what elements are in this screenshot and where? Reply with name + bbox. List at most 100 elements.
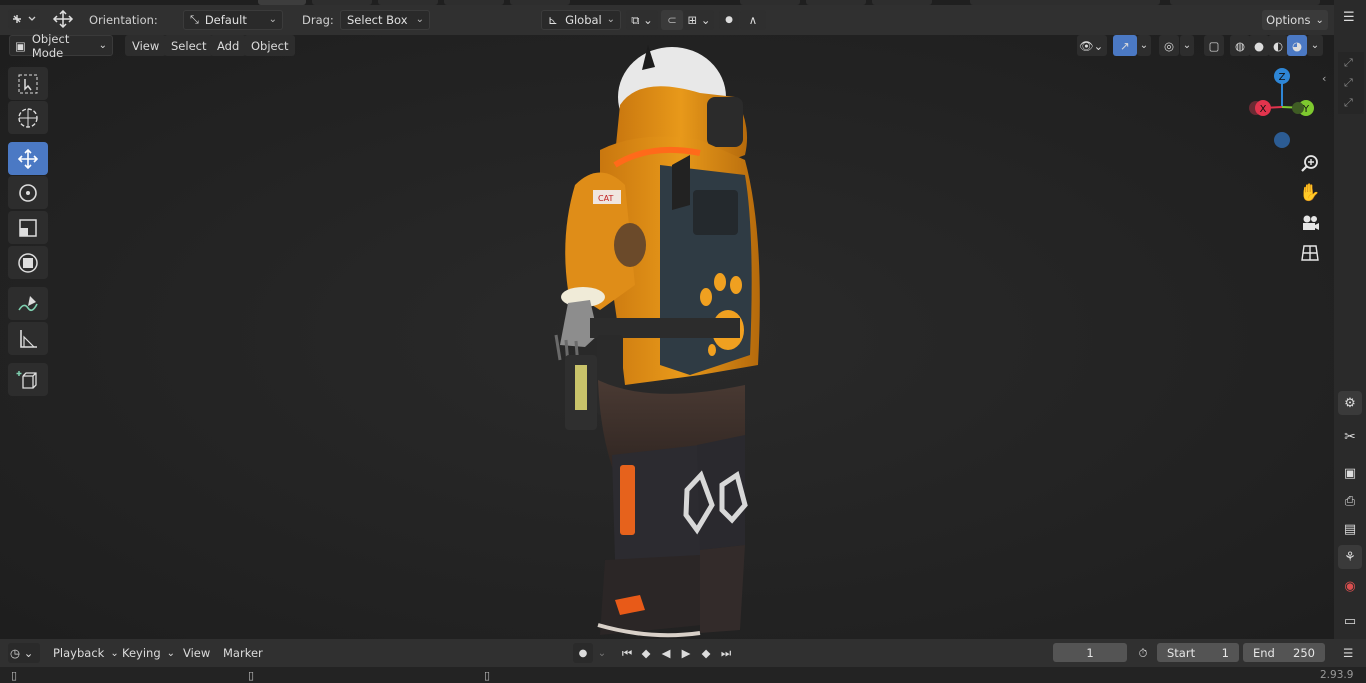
editor-type-icon (13, 15, 36, 23)
overlays-dropdown[interactable]: ⌄ (1180, 35, 1194, 56)
jump-start-button[interactable]: ⏮ (618, 643, 636, 663)
shading-dropdown[interactable]: ⌄ (1307, 35, 1323, 56)
collection-icon[interactable]: ▭ (1338, 609, 1362, 633)
chevron-down-icon: ⌄ (415, 14, 424, 25)
zoom-icon[interactable] (1297, 150, 1323, 176)
keying-set-dropdown[interactable]: ⌄ (594, 643, 610, 663)
pin-icon[interactable]: ⤢ (1344, 76, 1353, 90)
rotate-tool[interactable] (8, 176, 48, 209)
play-button[interactable]: ▶ (677, 643, 695, 663)
options-dropdown[interactable]: Options ⌄ (1262, 10, 1328, 30)
move-tool-icon[interactable] (49, 9, 77, 29)
snap-target-button[interactable]: ⊞ ⌄ (684, 10, 714, 30)
transform-orientation-dropdown[interactable]: ⊾ Global ⌄ (541, 10, 621, 30)
pin-icon[interactable]: ⤢ (1344, 96, 1353, 110)
scale-tool[interactable] (8, 211, 48, 244)
outliner-icon[interactable]: ☰ (1343, 10, 1363, 28)
workspace-tab[interactable] (872, 0, 932, 5)
shading-wireframe[interactable]: ◍ (1230, 35, 1250, 56)
tool-icon[interactable]: ✂ (1338, 425, 1362, 449)
workspace-tab-active[interactable] (258, 0, 306, 5)
timeline-collapse-icon[interactable]: ☰ (1343, 646, 1353, 660)
chevron-down-icon: ⌄ (1315, 14, 1324, 26)
snap-toggle-button[interactable]: ⊂ (661, 10, 683, 30)
move-tool[interactable] (8, 142, 48, 175)
marker-menu[interactable]: Marker (217, 643, 269, 663)
end-frame-field[interactable]: End 250 (1243, 643, 1325, 662)
record-button[interactable]: ● (573, 643, 593, 663)
scene-icon[interactable]: ⚘ (1338, 545, 1362, 569)
scene-selector[interactable] (970, 0, 1160, 5)
hand-pan-icon[interactable]: ✋ (1297, 180, 1323, 206)
end-label: End (1253, 645, 1275, 660)
keying-menu[interactable]: Keying ⌄ (116, 643, 181, 663)
menu-object[interactable]: Object (244, 35, 296, 56)
grid-icon[interactable] (1297, 240, 1323, 266)
menu-view[interactable]: View (125, 35, 167, 56)
measure-tool[interactable] (8, 322, 48, 355)
gizmo-neg-z-axis[interactable] (1274, 132, 1290, 148)
workspace-tab[interactable] (806, 0, 866, 5)
overlays-toggle[interactable]: ◎ (1159, 35, 1179, 56)
jump-end-button[interactable]: ⏭ (717, 643, 735, 663)
proportional-editing-button[interactable]: ● (719, 10, 739, 30)
timeline-view-menu[interactable]: View (177, 643, 216, 663)
prev-keyframe-button[interactable]: ◆ (637, 643, 655, 663)
output-icon[interactable]: ⎙ (1338, 489, 1362, 513)
world-icon[interactable]: ◉ (1338, 574, 1362, 598)
gizmo-toggle[interactable]: ↗ (1113, 35, 1137, 56)
xray-toggle[interactable]: ▢ (1204, 35, 1224, 56)
view-layer-icon[interactable]: ▤ (1338, 517, 1362, 541)
proportional-falloff-button[interactable]: ∧ (740, 10, 766, 30)
mode-dropdown[interactable]: ▣ Object Mode ⌄ (9, 32, 113, 60)
play-icon: ▶ (681, 646, 691, 660)
start-label: Start (1167, 645, 1196, 660)
workspace-tabs-strip (0, 0, 1366, 5)
select-box-tool[interactable] (8, 67, 48, 100)
editor-toggle-icon[interactable]: ⚙ (1338, 391, 1362, 415)
shading-rendered[interactable]: ◕ (1287, 35, 1307, 56)
view-layer-selector[interactable] (1170, 0, 1320, 5)
start-frame-field[interactable]: Start 1 (1157, 643, 1239, 662)
shading-material[interactable]: ◐ (1268, 35, 1288, 56)
gizmo-dropdown[interactable]: ⌄ (1137, 35, 1151, 56)
current-frame-field[interactable]: 1 (1053, 643, 1127, 662)
timeline-editor-type[interactable]: ◷ ⌄ (8, 643, 40, 663)
shading-solid[interactable]: ● (1249, 35, 1269, 56)
annotate-tool[interactable] (8, 287, 48, 320)
editor-type-button[interactable] (8, 9, 40, 29)
workspace-tab[interactable] (378, 0, 438, 5)
workspace-tab[interactable] (510, 0, 570, 5)
next-keyframe-icon: ◆ (701, 646, 711, 660)
orientation-dropdown[interactable]: ⤡ Default ⌄ (183, 10, 283, 30)
workspace-tab[interactable] (740, 0, 800, 5)
camera-icon[interactable] (1297, 210, 1323, 236)
sidebar-toggle-icon[interactable]: ‹ (1322, 72, 1326, 85)
menu-add[interactable]: Add (210, 35, 247, 56)
falloff-curve-icon: ∧ (748, 13, 758, 27)
pin-icon[interactable]: ⤢ (1344, 56, 1353, 70)
render-icon[interactable]: ▣ (1338, 461, 1362, 485)
status-bar (0, 667, 1366, 683)
transform-tool[interactable] (8, 246, 48, 279)
workspace-tab[interactable] (312, 0, 372, 5)
3d-viewport[interactable]: CAT (0, 35, 1334, 639)
pivot-point-button[interactable]: ⧉ ⌄ (626, 10, 658, 30)
drag-dropdown[interactable]: Select Box ⌄ (340, 10, 430, 30)
playback-menu[interactable]: Playback ⌄ (47, 643, 125, 663)
stopwatch-icon[interactable]: ⏱ (1133, 643, 1153, 663)
chevron-down-icon: ⌄ (606, 14, 615, 25)
mouse-middle-icon: ▯ (248, 669, 255, 682)
play-reverse-button[interactable]: ◀ (657, 643, 675, 663)
mouse-right-icon: ▯ (484, 669, 491, 682)
next-keyframe-button[interactable]: ◆ (697, 643, 715, 663)
wireframe-sphere-icon: ◍ (1234, 38, 1246, 53)
chevron-down-icon: ⌄ (1310, 40, 1320, 51)
menu-select[interactable]: Select (164, 35, 214, 56)
proportional-editing-icon: ● (725, 15, 733, 25)
visibility-dropdown[interactable]: 👁⌄ (1077, 35, 1107, 56)
add-cube-tool[interactable] (8, 363, 48, 396)
workspace-tab[interactable] (444, 0, 504, 5)
cursor-tool[interactable] (8, 101, 48, 134)
navigation-gizmo[interactable]: Z X Y (1240, 62, 1320, 152)
